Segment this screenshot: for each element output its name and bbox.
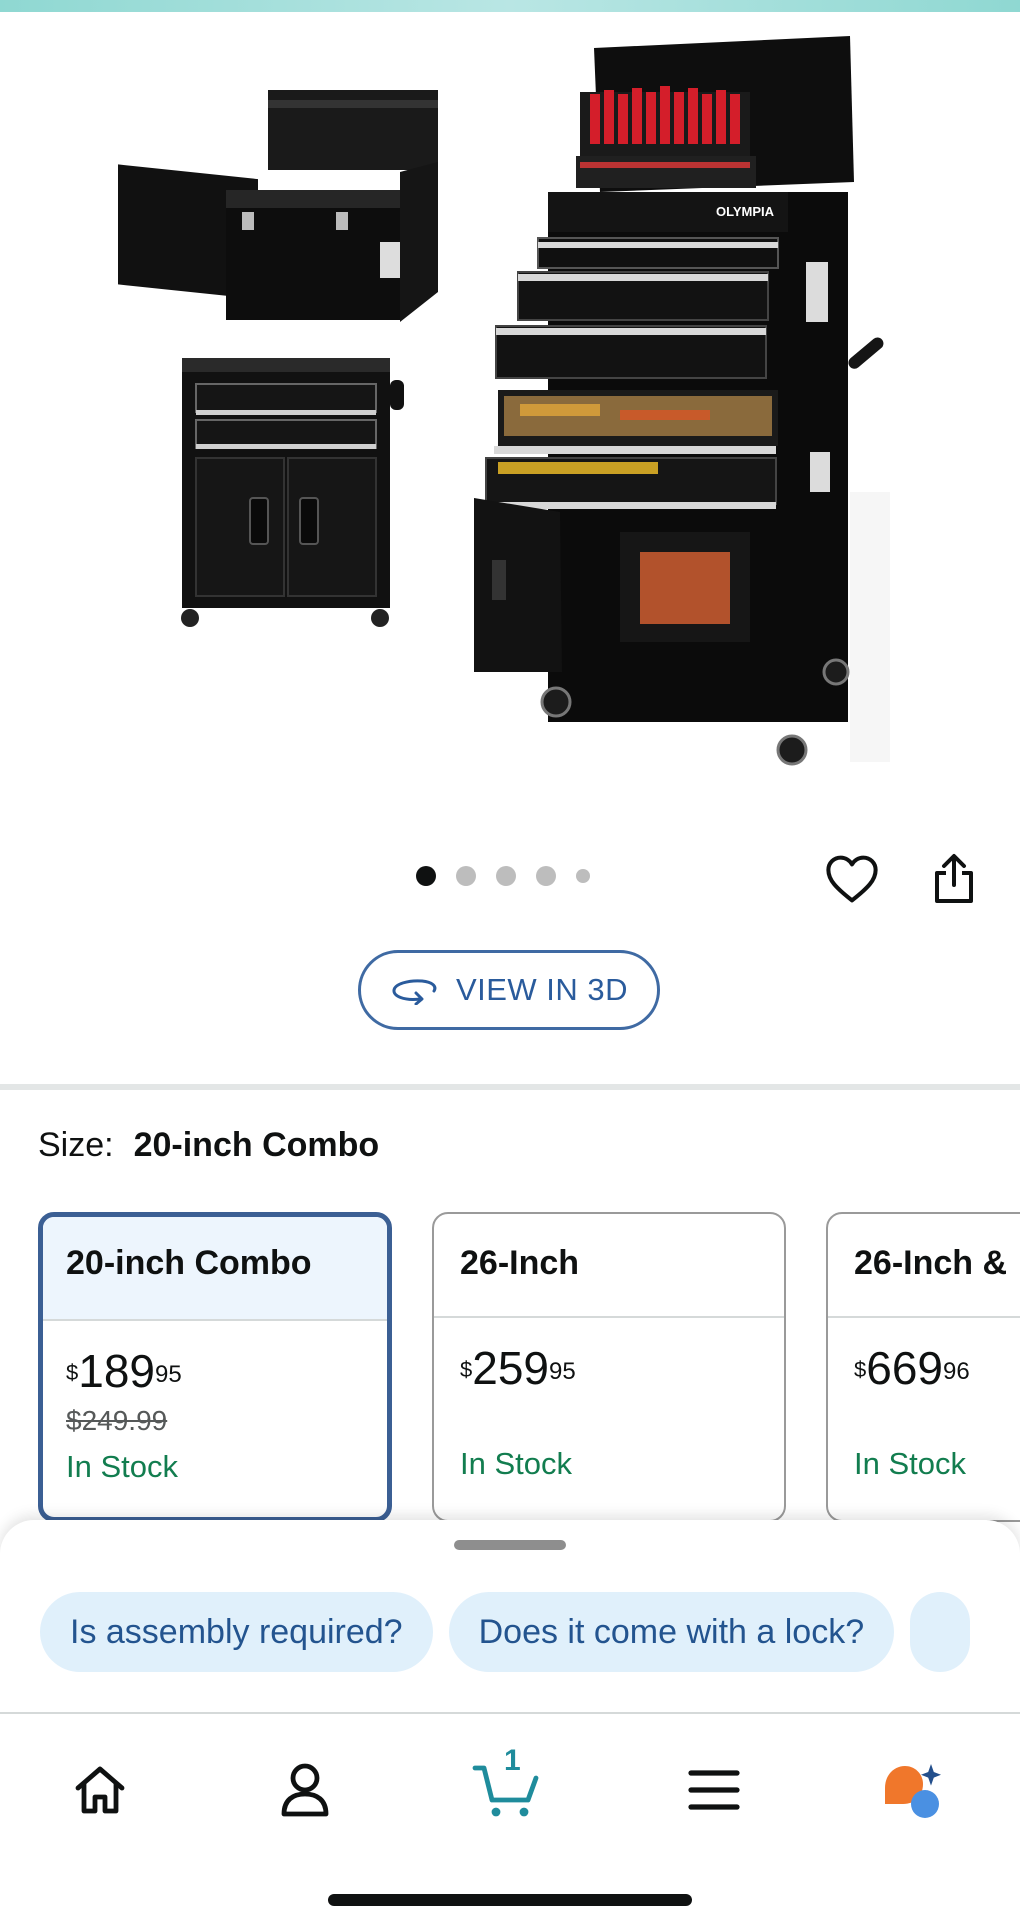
top-accent-bar <box>0 0 1020 12</box>
rotate-3d-icon <box>392 979 437 1005</box>
size-option-name: 26-Inch <box>434 1214 784 1318</box>
size-option-list-price <box>460 1402 784 1436</box>
rolling-cabinet-image <box>181 358 404 627</box>
sheet-grabber-handle[interactable] <box>454 1540 566 1550</box>
bottom-navigation-bar: 1 <box>0 1712 1020 1920</box>
open-cabinet-image <box>118 90 438 322</box>
selected-size-value: 20-inch Combo <box>133 1126 380 1164</box>
home-indicator[interactable] <box>328 1894 692 1906</box>
nav-cart[interactable]: 1 <box>468 1744 548 1830</box>
rufus-assistant-icon <box>885 1764 941 1818</box>
share-icon <box>935 854 973 903</box>
nav-account[interactable] <box>265 1750 345 1830</box>
size-option-card[interactable]: 26-Inch & $66996 In Stock <box>826 1212 1020 1522</box>
home-icon <box>75 1766 125 1814</box>
size-option-price: $25995 <box>460 1342 576 1394</box>
size-option-card[interactable]: 20-inch Combo $18995 $249.99 In Stock <box>38 1212 392 1522</box>
question-chip[interactable]: Is assembly required? <box>40 1592 433 1672</box>
account-icon <box>281 1763 329 1817</box>
tool-chest-image: OLYMPIA <box>474 36 890 766</box>
size-option-name: 20-inch Combo <box>43 1217 387 1321</box>
pagination-dot-3[interactable] <box>496 866 516 886</box>
product-image-gallery[interactable]: OLYMPIA <box>0 12 1020 842</box>
cart-item-count: 1 <box>504 1744 521 1777</box>
brand-logo-text: OLYMPIA <box>716 204 775 219</box>
size-option-card[interactable]: 26-Inch $25995 In Stock <box>432 1212 786 1522</box>
heart-outline-icon <box>826 855 878 903</box>
size-option-list-price <box>854 1402 1020 1436</box>
nav-rufus[interactable] <box>872 1750 952 1830</box>
menu-icon <box>688 1770 740 1810</box>
size-option-name: 26-Inch & <box>828 1214 1020 1318</box>
size-option-price: $18995 <box>66 1345 182 1397</box>
rufus-question-sheet[interactable]: Is assembly required? Does it come with … <box>0 1520 1020 1714</box>
nav-menu[interactable] <box>674 1750 754 1830</box>
size-selector-header: Size: 20-inch Combo <box>38 1126 379 1165</box>
size-option-price: $66996 <box>854 1342 970 1394</box>
nav-home[interactable] <box>60 1750 140 1830</box>
share-button[interactable] <box>922 847 986 911</box>
question-chip[interactable]: Does it come with a lock? <box>448 1592 895 1672</box>
size-label: Size: <box>38 1126 114 1164</box>
size-option-list-price: $249.99 <box>66 1405 168 1436</box>
pagination-dot-2[interactable] <box>456 866 476 886</box>
pagination-dot-4[interactable] <box>536 866 556 886</box>
image-pagination-dots[interactable] <box>416 866 590 886</box>
suggested-questions: Is assembly required? Does it come with … <box>40 1592 971 1672</box>
pagination-dot-1[interactable] <box>416 866 436 886</box>
pagination-dot-5[interactable] <box>576 869 590 883</box>
view-in-3d-label: VIEW IN 3D <box>455 972 629 1007</box>
question-chip-partial[interactable] <box>910 1592 971 1672</box>
size-option-stock: In Stock <box>66 1449 178 1484</box>
size-options-carousel[interactable]: 20-inch Combo $18995 $249.99 In Stock 26… <box>38 1212 1020 1522</box>
view-in-3d-button[interactable]: VIEW IN 3D <box>358 950 660 1030</box>
wishlist-button[interactable] <box>820 847 884 911</box>
size-option-stock: In Stock <box>854 1446 966 1481</box>
size-option-stock: In Stock <box>460 1446 572 1481</box>
product-image: OLYMPIA <box>118 36 890 766</box>
section-divider <box>0 1084 1020 1090</box>
